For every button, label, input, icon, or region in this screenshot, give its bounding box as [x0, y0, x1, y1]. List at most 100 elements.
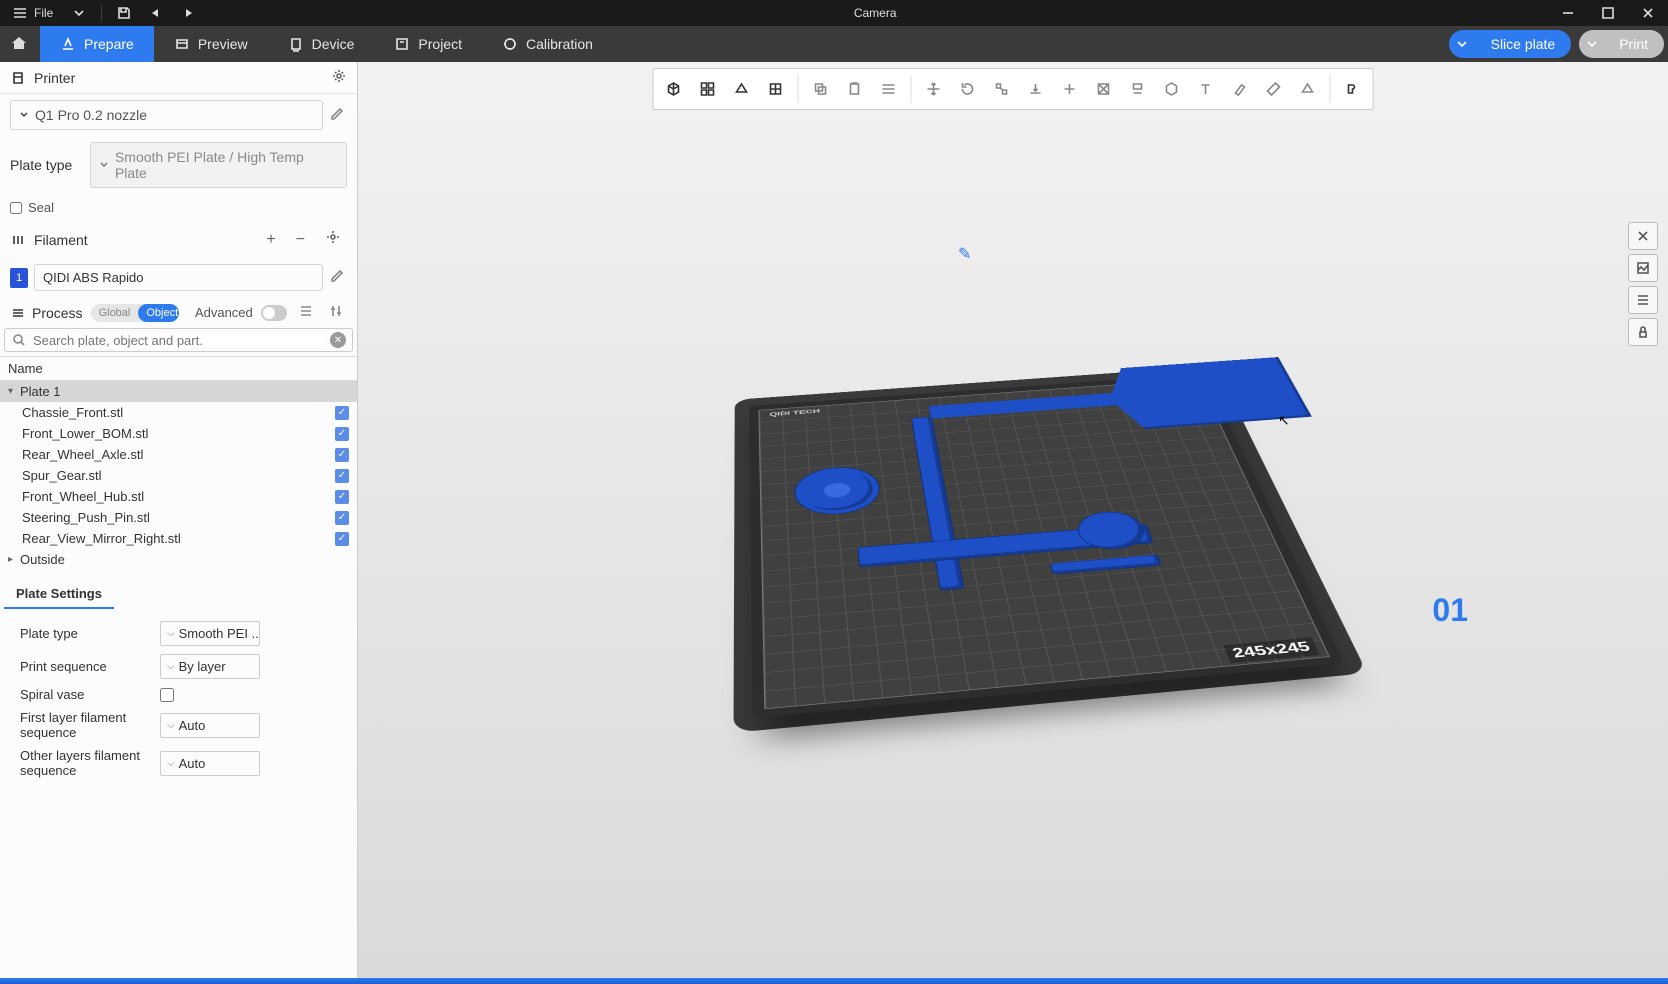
tab-project[interactable]: Project: [374, 26, 482, 62]
undo-button[interactable]: [142, 0, 170, 26]
filament-swatch[interactable]: 1: [10, 268, 28, 288]
tool-support[interactable]: [1122, 73, 1154, 105]
process-icon: [10, 305, 24, 321]
item-visible-checkbox[interactable]: ✓: [335, 406, 349, 420]
slice-dropdown[interactable]: [1449, 30, 1475, 58]
tool-paint[interactable]: [1224, 73, 1256, 105]
tool-arrange[interactable]: [726, 73, 758, 105]
tool-rotate[interactable]: [952, 73, 984, 105]
printer-select[interactable]: Q1 Pro 0.2 nozzle: [10, 100, 323, 130]
close-icon: [1635, 228, 1651, 244]
tree-item[interactable]: Chassie_Front.stl✓: [0, 402, 357, 423]
tool-move[interactable]: [918, 73, 950, 105]
seal-checkbox[interactable]: [10, 202, 22, 214]
maximize-button[interactable]: [1588, 0, 1628, 26]
tool-scale[interactable]: [986, 73, 1018, 105]
save-button[interactable]: [110, 0, 138, 26]
tool-measure[interactable]: [1258, 73, 1290, 105]
filament-edit-button[interactable]: [329, 268, 347, 287]
edit-icon: [329, 106, 345, 122]
tree-item[interactable]: Front_Lower_BOM.stl✓: [0, 423, 357, 444]
process-compare-icon[interactable]: [325, 303, 347, 322]
printer-icon: [10, 70, 26, 86]
window-title: Camera: [202, 6, 1548, 20]
tool-orient[interactable]: [760, 73, 792, 105]
tab-preview[interactable]: Preview: [154, 26, 268, 62]
ps-first-layer-select[interactable]: ⌵Auto: [160, 713, 260, 738]
tool-variable[interactable]: [1337, 73, 1369, 105]
pill-objects-label: Objects: [146, 307, 179, 319]
item-visible-checkbox[interactable]: ✓: [335, 448, 349, 462]
search-clear-button[interactable]: ✕: [330, 332, 346, 348]
item-visible-checkbox[interactable]: ✓: [335, 469, 349, 483]
print-dropdown[interactable]: [1579, 30, 1605, 58]
layers-icon: [881, 81, 897, 97]
filament-settings-button[interactable]: [319, 227, 347, 252]
redo-button[interactable]: [174, 0, 202, 26]
item-visible-checkbox[interactable]: ✓: [335, 532, 349, 546]
view-close[interactable]: [1628, 222, 1658, 250]
tree-item[interactable]: Spur_Gear.stl✓: [0, 465, 357, 486]
printer-name: Q1 Pro 0.2 nozzle: [35, 107, 147, 123]
file-menu[interactable]: File: [4, 1, 61, 25]
tab-prepare[interactable]: Prepare: [40, 26, 154, 62]
hamburger-icon: [12, 5, 28, 21]
view-settings[interactable]: [1628, 254, 1658, 282]
tree-item[interactable]: Front_Wheel_Hub.stl✓: [0, 486, 357, 507]
tree-item[interactable]: Steering_Push_Pin.stl✓: [0, 507, 357, 528]
view-list[interactable]: [1628, 286, 1658, 314]
filament-name: QIDI ABS Rapido: [43, 270, 143, 285]
tool-mesh[interactable]: [1088, 73, 1120, 105]
plate-type-select[interactable]: Smooth PEI Plate / High Temp Plate: [90, 142, 347, 188]
plate-edit-icon[interactable]: ✎: [958, 244, 971, 264]
seal-label: Seal: [28, 200, 54, 215]
item-name: Front_Lower_BOM.stl: [22, 426, 335, 441]
ps-spiral-checkbox[interactable]: [160, 688, 174, 702]
item-visible-checkbox[interactable]: ✓: [335, 511, 349, 525]
build-plate[interactable]: QIDI TECH 245x245: [749, 374, 1344, 719]
filament-select[interactable]: QIDI ABS Rapido: [34, 264, 323, 291]
home-tab[interactable]: [0, 26, 40, 62]
footer-bar: [0, 978, 1668, 984]
tool-add-plate[interactable]: [692, 73, 724, 105]
tool-copy[interactable]: [805, 73, 837, 105]
tree-outside-row[interactable]: ▸ Outside: [0, 549, 357, 570]
ps-print-seq-select[interactable]: ⌵By layer: [160, 654, 260, 679]
pill-global[interactable]: Global: [91, 304, 139, 322]
process-list-icon[interactable]: [295, 303, 317, 322]
file-dropdown[interactable]: [65, 0, 93, 26]
printer-settings-button[interactable]: [331, 68, 347, 87]
tool-assembly[interactable]: [1292, 73, 1324, 105]
search-input[interactable]: [33, 333, 324, 348]
tab-device[interactable]: Device: [268, 26, 375, 62]
item-visible-checkbox[interactable]: ✓: [335, 427, 349, 441]
tree-plate-row[interactable]: ▾ Plate 1: [0, 381, 357, 402]
pill-objects[interactable]: Objects: [138, 304, 179, 322]
tool-text[interactable]: [1190, 73, 1222, 105]
filament-icon: [10, 232, 26, 248]
printer-section-label: Printer: [34, 70, 323, 86]
filament-remove-button[interactable]: −: [290, 229, 311, 251]
tool-paste[interactable]: [839, 73, 871, 105]
minimize-button[interactable]: [1548, 0, 1588, 26]
tab-calibration[interactable]: Calibration: [482, 26, 613, 62]
ps-other-layers-select[interactable]: ⌵Auto: [160, 751, 260, 776]
ps-plate-type-select[interactable]: ⌵Smooth PEI ...: [160, 621, 260, 646]
slice-plate-button[interactable]: Slice plate: [1475, 30, 1572, 58]
tree-item[interactable]: Rear_Wheel_Axle.stl✓: [0, 444, 357, 465]
tool-add-cube[interactable]: [658, 73, 690, 105]
viewport-3d[interactable]: ✎ QIDI TECH 245x245 01 ↖: [358, 62, 1668, 978]
tool-flatten[interactable]: [1020, 73, 1052, 105]
close-button[interactable]: [1628, 0, 1668, 26]
filament-section-header: Filament + −: [0, 221, 357, 258]
advanced-toggle[interactable]: [261, 305, 287, 321]
tool-layers[interactable]: [873, 73, 905, 105]
printer-edit-button[interactable]: [329, 106, 347, 125]
tool-seam[interactable]: [1156, 73, 1188, 105]
filament-add-button[interactable]: +: [260, 229, 281, 251]
tool-cut[interactable]: [1054, 73, 1086, 105]
tree-item[interactable]: Rear_View_Mirror_Right.stl✓: [0, 528, 357, 549]
print-button[interactable]: Print: [1603, 30, 1664, 58]
item-visible-checkbox[interactable]: ✓: [335, 490, 349, 504]
view-lock[interactable]: [1628, 318, 1658, 346]
